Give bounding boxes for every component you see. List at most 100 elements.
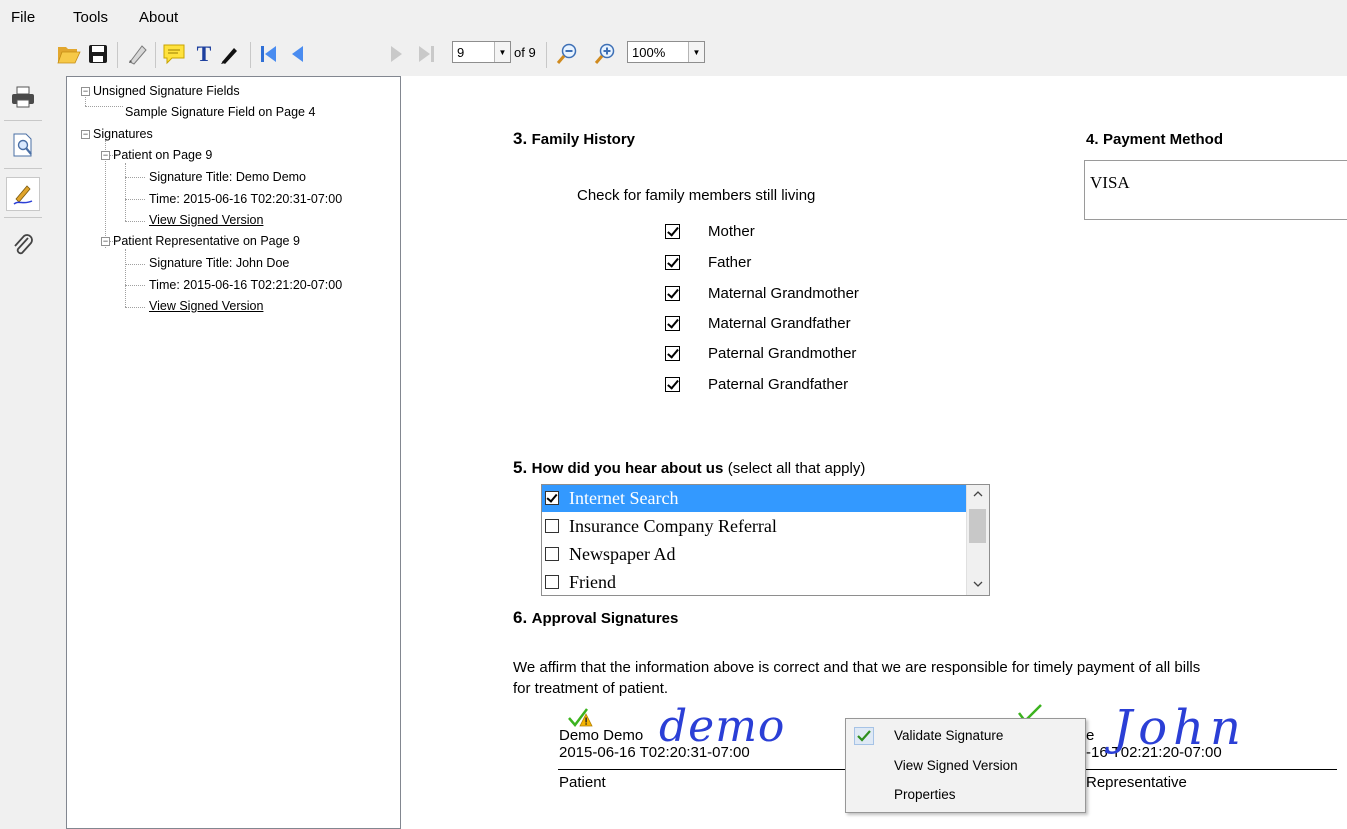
tree-connector: [125, 264, 145, 265]
side-tool-strip: [0, 76, 66, 829]
handwritten-signature-patient[interactable]: demo: [659, 701, 785, 752]
section-number: 5.: [513, 458, 528, 477]
menu-item-label: Validate Signature: [894, 728, 1004, 743]
tree-unsigned-item[interactable]: Sample Signature Field on Page 4: [125, 103, 315, 121]
zoom-in-icon[interactable]: [591, 40, 619, 68]
checkbox-paternal-grandmother[interactable]: [665, 346, 680, 361]
checkbox-mother[interactable]: [665, 224, 680, 239]
label-paternal-grandfather: Paternal Grandfather: [708, 376, 849, 393]
list-item[interactable]: Insurance Company Referral: [542, 513, 967, 540]
signatures-panel-icon[interactable]: [6, 177, 40, 211]
section-heading-hear: 5. How did you hear about us (select all…: [513, 458, 865, 478]
list-item[interactable]: Newspaper Ad: [542, 541, 967, 568]
tree-connector: [85, 95, 86, 106]
section-heading-approval: 6. Approval Signatures: [513, 608, 678, 628]
tree-patient-title[interactable]: Signature Title: Demo Demo: [149, 168, 306, 186]
list-item-label: Internet Search: [569, 488, 679, 508]
toolbar: T 9 ▼ of 9 100% ▼: [0, 36, 1347, 76]
tree-connector: [125, 285, 145, 286]
label-father: Father: [708, 254, 752, 271]
referral-listbox[interactable]: Internet Search Insurance Company Referr…: [541, 484, 990, 596]
strip-separator: [4, 168, 42, 169]
chevron-down-icon[interactable]: [967, 575, 989, 593]
menu-item-validate-signature[interactable]: Validate Signature: [847, 722, 1084, 750]
last-page-icon[interactable]: [413, 40, 441, 68]
section-suffix: (select all that apply): [727, 460, 866, 477]
checkbox-maternal-grandmother[interactable]: [665, 286, 680, 301]
list-item-checkbox[interactable]: [545, 575, 559, 589]
checkbox-paternal-grandfather[interactable]: [665, 377, 680, 392]
tree-signatures-header[interactable]: Signatures: [93, 125, 153, 143]
document-view: 3. Family History Check for family membe…: [401, 76, 1347, 829]
list-item-checkbox[interactable]: [545, 547, 559, 561]
menu-tools[interactable]: Tools: [73, 9, 108, 26]
chevron-down-icon[interactable]: ▼: [494, 42, 510, 62]
paperclip-icon[interactable]: [6, 228, 40, 262]
label-paternal-grandmother: Paternal Grandmother: [708, 345, 857, 362]
section-number: 4.: [1086, 131, 1099, 148]
list-item-checkbox[interactable]: [545, 519, 559, 533]
affirmation-line-1: We affirm that the information above is …: [513, 659, 1201, 676]
collapse-icon[interactable]: −: [101, 237, 110, 246]
tree-representative-view-link[interactable]: View Signed Version: [149, 297, 263, 315]
tree-patient-signature[interactable]: Patient on Page 9: [113, 146, 212, 164]
chevron-up-icon[interactable]: [967, 485, 989, 503]
sign-pen-icon[interactable]: [124, 40, 152, 68]
next-page-icon[interactable]: [383, 40, 411, 68]
page-preview-icon[interactable]: [6, 128, 40, 162]
strip-separator: [4, 120, 42, 121]
section-title: Family History: [531, 131, 636, 148]
toolbar-separator: [155, 42, 156, 68]
scrollbar-thumb[interactable]: [969, 509, 986, 543]
tree-connector: [125, 199, 145, 200]
tree-patient-view-link[interactable]: View Signed Version: [149, 211, 263, 229]
list-item-checkbox[interactable]: [545, 491, 559, 505]
tree-connector: [125, 249, 126, 307]
handwritten-signature-representative[interactable]: John: [1113, 700, 1247, 756]
first-page-icon[interactable]: [254, 40, 282, 68]
signer-name-patient: Demo Demo: [559, 727, 644, 744]
list-item-label: Newspaper Ad: [569, 544, 676, 564]
toolbar-separator: [117, 42, 118, 68]
listbox-scrollbar[interactable]: [966, 485, 989, 595]
signature-tree: − Unsigned Signature Fields Sample Signa…: [66, 76, 401, 829]
tree-representative-time[interactable]: Time: 2015-06-16 T02:21:20-07:00: [149, 276, 342, 294]
label-maternal-grandfather: Maternal Grandfather: [708, 315, 851, 332]
signature-line-patient: [558, 769, 848, 770]
tree-representative-title[interactable]: Signature Title: John Doe: [149, 254, 289, 272]
menu-file[interactable]: File: [11, 9, 35, 26]
zoom-out-icon[interactable]: [553, 40, 581, 68]
text-tool-icon[interactable]: T: [190, 40, 218, 68]
chevron-down-icon[interactable]: ▼: [688, 42, 704, 62]
menu-item-properties[interactable]: Properties: [847, 781, 1084, 809]
page-number-value: 9: [457, 45, 465, 60]
menu-about[interactable]: About: [139, 9, 178, 26]
collapse-icon[interactable]: −: [101, 151, 110, 160]
tree-representative-signature[interactable]: Patient Representative on Page 9: [113, 232, 300, 250]
page-number-select[interactable]: 9 ▼: [452, 41, 511, 63]
section-heading-payment: 4. Payment Method: [1086, 131, 1223, 149]
previous-page-icon[interactable]: [283, 40, 311, 68]
printer-icon[interactable]: [6, 80, 40, 114]
collapse-icon[interactable]: −: [81, 130, 90, 139]
list-item[interactable]: Internet Search: [542, 485, 967, 512]
tree-unsigned-header[interactable]: Unsigned Signature Fields: [93, 82, 240, 100]
open-folder-icon[interactable]: [55, 40, 83, 68]
section-title: How did you hear about us: [531, 460, 724, 477]
list-item[interactable]: Friend: [542, 569, 967, 595]
payment-method-field[interactable]: VISA: [1084, 160, 1347, 220]
checkbox-father[interactable]: [665, 255, 680, 270]
section-heading-family: 3. Family History: [513, 129, 635, 149]
menu-item-view-signed-version[interactable]: View Signed Version: [847, 752, 1084, 780]
checkbox-maternal-grandfather[interactable]: [665, 316, 680, 331]
section-title: Payment Method: [1102, 131, 1223, 148]
collapse-icon[interactable]: −: [81, 87, 90, 96]
tree-patient-time[interactable]: Time: 2015-06-16 T02:20:31-07:00: [149, 190, 342, 208]
comment-icon[interactable]: [160, 40, 188, 68]
save-disk-icon[interactable]: [84, 40, 112, 68]
label-maternal-grandmother: Maternal Grandmother: [708, 285, 859, 302]
page-count-label: of 9: [514, 45, 536, 60]
pencil-icon[interactable]: [216, 40, 244, 68]
zoom-select[interactable]: 100% ▼: [627, 41, 705, 63]
zoom-value: 100%: [632, 45, 666, 60]
